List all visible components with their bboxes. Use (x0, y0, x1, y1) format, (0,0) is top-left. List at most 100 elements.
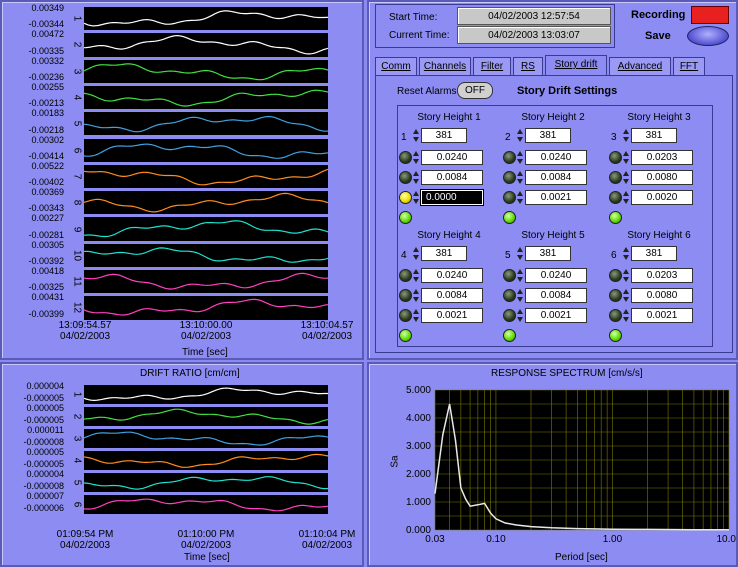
drift-threshold-input[interactable]: 0.0000 (420, 189, 484, 206)
story-height-label: Story Height 3 (627, 112, 691, 123)
alarm-led (399, 191, 412, 204)
drift-ratio-ylabel-min: -0.000005 (23, 393, 64, 403)
time-history-xtick: 13:10:00.00 04/02/2003 (179, 320, 233, 342)
story-height-input[interactable]: 381 (525, 128, 571, 143)
height-spinner[interactable] (517, 246, 524, 261)
threshold-spinner[interactable] (517, 150, 524, 165)
drift-ratio-channel-label: 4 (71, 457, 83, 464)
alarm-led (609, 171, 622, 184)
story-height-input[interactable]: 381 (631, 246, 677, 261)
tab-comm[interactable]: Comm (375, 57, 417, 75)
time-history-xtick: 13:10:04.57 04/02/2003 (300, 320, 354, 342)
story-height-input[interactable]: 381 (631, 128, 677, 143)
time-history-ylabel-max: 0.00302 (31, 134, 64, 145)
story-drift-title: Story Drift Settings (517, 85, 618, 97)
threshold-spinner[interactable] (413, 170, 420, 185)
drift-threshold-input[interactable]: 0.0240 (421, 150, 483, 165)
tab-advanced[interactable]: Advanced (609, 57, 671, 75)
threshold-spinner[interactable] (623, 150, 630, 165)
drift-threshold-input[interactable]: 0.0084 (421, 170, 483, 185)
alarm-led (609, 309, 622, 322)
threshold-spinner[interactable] (517, 288, 524, 303)
tab-fft[interactable]: FFT (673, 57, 705, 75)
threshold-spinner[interactable] (623, 288, 630, 303)
drift-threshold-input[interactable]: 0.0203 (631, 268, 693, 283)
story-height-label: Story Height 6 (627, 230, 691, 241)
time-history-channel-label: 8 (71, 199, 83, 206)
reset-alarms-button[interactable]: OFF (457, 82, 493, 99)
time-history-ylabel-min: -0.00213 (28, 98, 64, 109)
time-history-trace (83, 35, 329, 55)
recording-indicator (691, 6, 729, 24)
time-history-channel-label: 10 (71, 249, 83, 261)
drift-threshold-input[interactable]: 0.0080 (631, 288, 693, 303)
time-history-trace (83, 142, 329, 159)
drift-threshold-input[interactable]: 0.0084 (525, 288, 587, 303)
time-history-channel-label: 1 (71, 15, 83, 22)
drift-threshold-input[interactable]: 0.0020 (631, 190, 693, 205)
drift-threshold-input[interactable]: 0.0021 (525, 190, 587, 205)
spectrum-ytick: 5.000 (406, 385, 431, 396)
story-height-input[interactable]: 381 (525, 246, 571, 261)
time-history-trace (83, 272, 329, 290)
threshold-spinner[interactable] (413, 268, 420, 283)
time-history-trace (83, 62, 329, 80)
story-index: 4 (401, 250, 407, 261)
threshold-spinner[interactable] (413, 150, 420, 165)
threshold-spinner[interactable] (623, 190, 630, 205)
height-spinner[interactable] (413, 246, 420, 261)
drift-threshold-input[interactable]: 0.0203 (631, 150, 693, 165)
drift-ratio-ylabel-max: 0.000004 (26, 469, 64, 479)
threshold-spinner[interactable] (517, 308, 524, 323)
drift-threshold-input[interactable]: 0.0240 (421, 268, 483, 283)
alarm-led (399, 171, 412, 184)
drift-threshold-input[interactable]: 0.0084 (525, 170, 587, 185)
threshold-spinner[interactable] (517, 170, 524, 185)
drift-threshold-input[interactable]: 0.0021 (421, 308, 483, 323)
threshold-spinner[interactable] (517, 268, 524, 283)
drift-ratio-ylabel-min: -0.000006 (23, 503, 64, 513)
save-label: Save (645, 30, 671, 42)
threshold-spinner[interactable] (623, 268, 630, 283)
tab-rs[interactable]: RS (513, 57, 543, 75)
story-height-input[interactable]: 381 (421, 128, 467, 143)
story-index: 1 (401, 132, 407, 143)
drift-threshold-input[interactable]: 0.0021 (525, 308, 587, 323)
spectrum-xtick: 10.00 (716, 534, 736, 545)
height-spinner[interactable] (623, 246, 630, 261)
time-history-ylabel-min: -0.00344 (28, 19, 64, 30)
drift-ratio-title: DRIFT RATIO [cm/cm] (140, 368, 240, 379)
height-spinner[interactable] (413, 128, 420, 143)
threshold-spinner[interactable] (623, 308, 630, 323)
height-spinner[interactable] (517, 128, 524, 143)
drift-ratio-ylabel-max: 0.000011 (27, 425, 64, 435)
threshold-spinner[interactable] (517, 190, 524, 205)
drift-ratio-xlabel: Time [sec] (184, 552, 230, 563)
story-height-input[interactable]: 381 (421, 246, 467, 261)
threshold-spinner[interactable] (623, 170, 630, 185)
status-led (503, 211, 516, 224)
story-height-label: Story Height 4 (417, 230, 481, 241)
time-history-ylabel-min: -0.00335 (28, 45, 64, 56)
time-history-channel-label: 4 (71, 94, 83, 101)
threshold-spinner[interactable] (413, 288, 420, 303)
save-button[interactable] (687, 26, 729, 46)
alarm-led (503, 289, 516, 302)
threshold-spinner[interactable] (413, 190, 420, 205)
tab-story-drift[interactable]: Story drift (545, 55, 607, 75)
drift-threshold-input[interactable]: 0.0240 (525, 150, 587, 165)
threshold-spinner[interactable] (413, 308, 420, 323)
drift-threshold-input[interactable]: 0.0240 (525, 268, 587, 283)
status-led (399, 329, 412, 342)
drift-threshold-input[interactable]: 0.0080 (631, 170, 693, 185)
time-history-ylabel-min: -0.00414 (28, 150, 64, 161)
drift-threshold-input[interactable]: 0.0021 (631, 308, 693, 323)
height-spinner[interactable] (623, 128, 630, 143)
time-history-trace (83, 299, 329, 316)
tab-channels[interactable]: Channels (419, 57, 471, 75)
spectrum-xtick: 0.10 (486, 534, 506, 545)
time-history-channel-label: 11 (71, 276, 83, 287)
drift-threshold-input[interactable]: 0.0084 (421, 288, 483, 303)
tab-filter[interactable]: Filter (473, 57, 511, 75)
response-spectrum-panel: RESPONSE SPECTRUM [cm/s/s] Sa Period [se… (367, 362, 738, 567)
